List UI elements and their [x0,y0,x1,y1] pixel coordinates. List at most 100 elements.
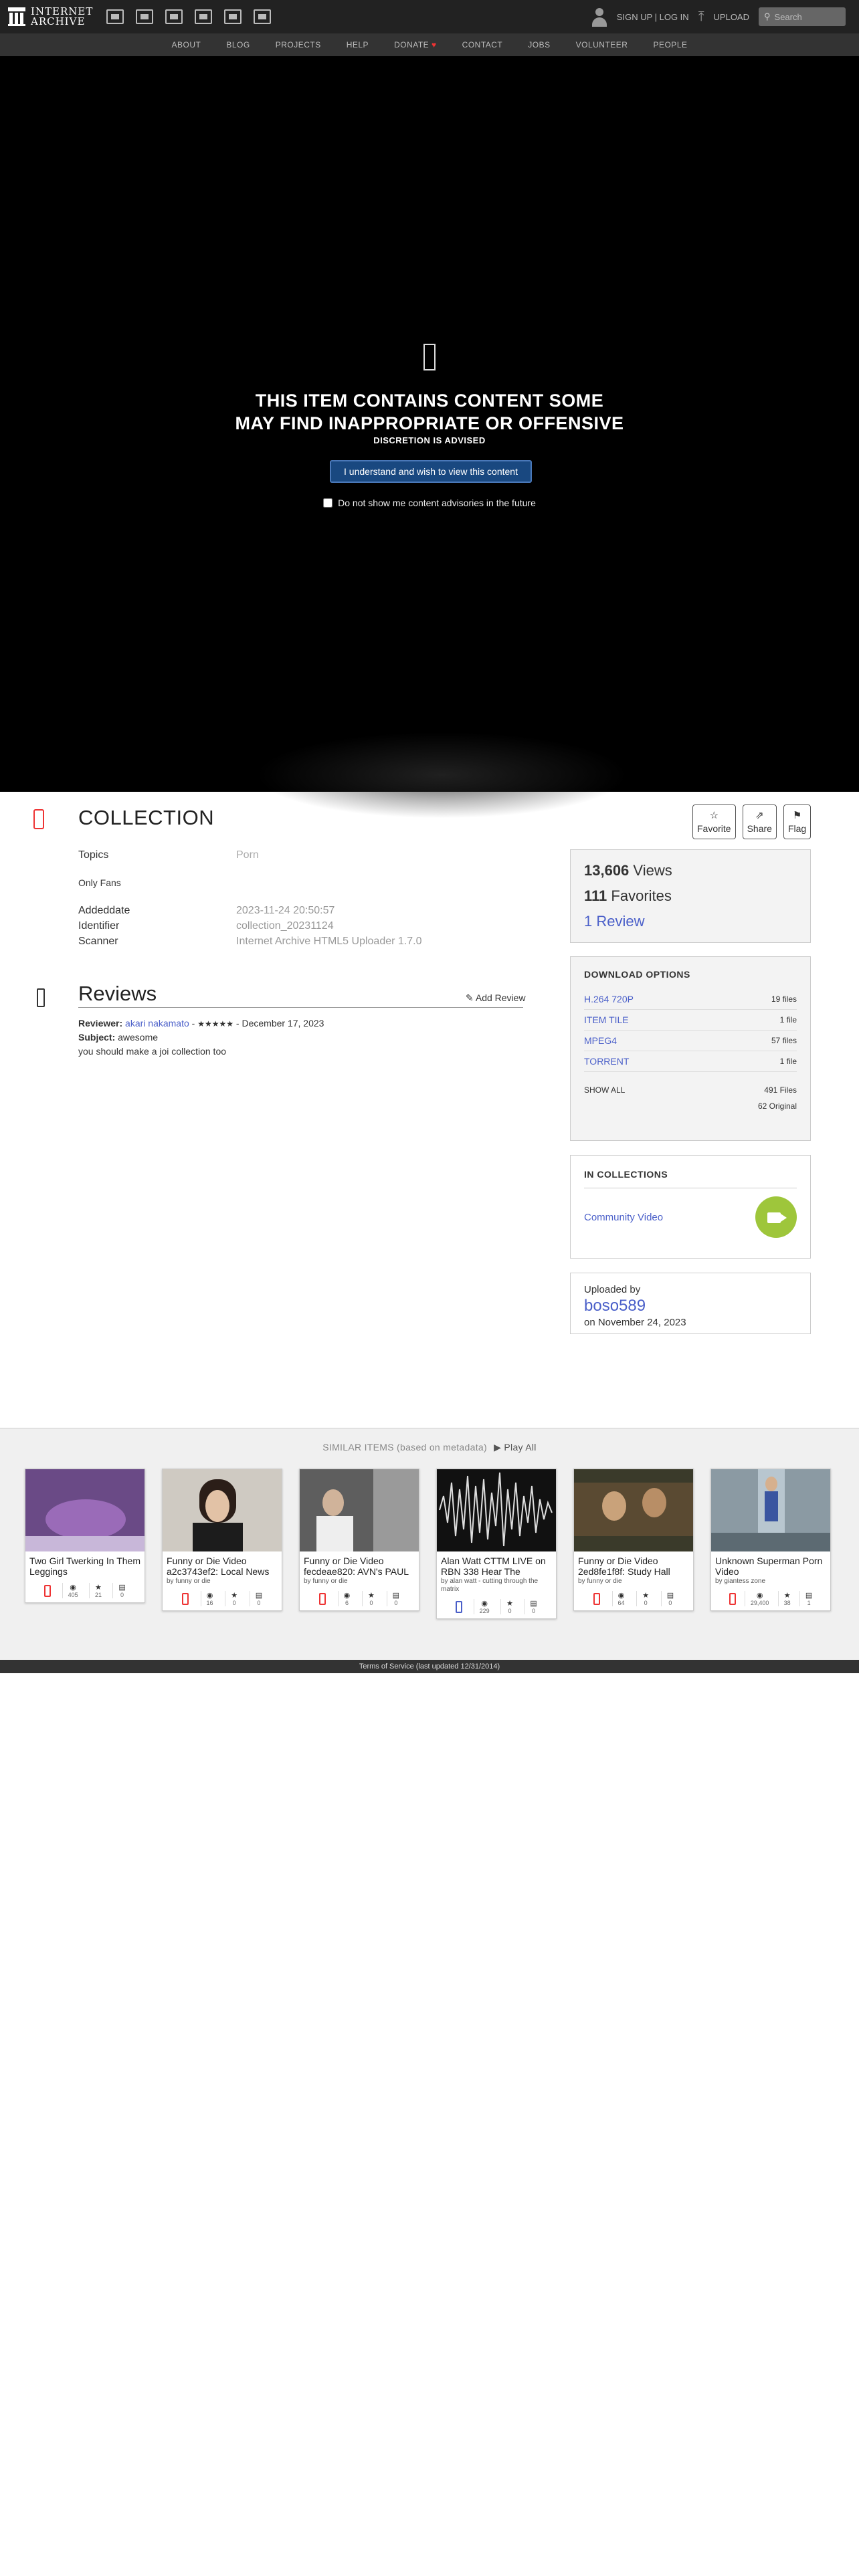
scanner-label: Scanner [78,936,118,947]
nav-jobs[interactable]: JOBS [528,40,550,49]
collection-link[interactable]: Community Video [584,1212,663,1223]
views-stat: 13,606 Views [584,862,797,879]
item-thumbnail[interactable] [574,1469,693,1551]
nav-help[interactable]: HELP [347,40,369,49]
similar-item-title[interactable]: Funny or Die Video a2c3743ef2: Local New… [163,1551,282,1577]
review-date: December 17, 2023 [242,1018,324,1029]
favorites-label: Favorites [611,887,672,904]
reviews-count-link[interactable]: 1 Review [584,913,797,930]
download-link[interactable]: ITEM TILE [584,1014,629,1025]
share-button[interactable]: ⇗ Share [742,804,777,839]
sub-navigation: ABOUT BLOG PROJECTS HELP DONATE ♥ CONTAC… [0,33,859,56]
item-reviews: 0 [120,1592,124,1598]
show-all-link[interactable]: SHOW ALL [584,1085,625,1095]
nav-people[interactable]: PEOPLE [653,40,687,49]
item-reviews: 1 [807,1600,811,1606]
item-thumbnail[interactable] [711,1469,830,1551]
search-icon[interactable]: ⚲ [764,11,771,22]
reviews-icon: ▤ [392,1592,400,1600]
views-icon: ◉ [343,1592,351,1600]
nav-donate-label: DONATE [394,40,430,49]
video-icon[interactable] [165,9,183,24]
similar-item-title[interactable]: Funny or Die Video fecdeae820: AVN's PAU… [300,1551,419,1577]
nav-contact[interactable]: CONTACT [462,40,503,49]
dont-show-checkbox[interactable] [323,498,333,508]
terms-link[interactable]: Terms of Service (last updated 12/31/201… [359,1662,500,1671]
search-input[interactable] [774,11,835,22]
upload-link[interactable]: UPLOAD [714,12,749,22]
item-favs: 21 [94,1592,102,1598]
dont-show-advisory[interactable]: Do not show me content advisories in the… [0,498,859,508]
download-link[interactable]: H.264 720P [584,994,634,1004]
similar-item-card[interactable]: Funny or Die Video a2c3743ef2: Local New… [162,1469,282,1611]
nav-projects[interactable]: PROJECTS [276,40,321,49]
advisory-title-line2: MAY FIND INAPPROPRIATE OR OFFENSIVE [235,413,624,433]
item-reviews: 0 [394,1600,398,1606]
views-label: Views [633,862,672,879]
nav-about[interactable]: ABOUT [171,40,201,49]
topics-value[interactable]: Porn [236,849,259,861]
item-reviews: 0 [532,1608,536,1614]
media-type-icons [106,9,272,24]
download-count: 19 files [771,994,797,1004]
item-views: 29,400 [750,1600,769,1606]
user-icon[interactable] [591,7,607,27]
item-favs: 38 [783,1600,791,1606]
download-row: ITEM TILE 1 file [584,1010,797,1031]
topic-link[interactable]: Porn [236,849,259,861]
nav-donate[interactable]: DONATE ♥ [394,40,437,49]
signup-login-link[interactable]: SIGN UP | LOG IN [617,12,689,22]
item-thumbnail[interactable] [25,1469,145,1551]
item-thumbnail[interactable] [437,1469,556,1551]
similar-item-title[interactable]: Alan Watt CTTM LIVE on RBN 338 Hear The [437,1551,556,1577]
favorites-icon: ★ [783,1592,791,1600]
item-views: 405 [68,1592,78,1598]
similar-item-card[interactable]: Funny or Die Video fecdeae820: AVN's PAU… [299,1469,419,1611]
similar-item-card[interactable]: Unknown Superman Porn Video by giantess … [710,1469,831,1611]
flag-button[interactable]: ⚑ Flag [783,804,812,839]
audio-icon [456,1600,463,1613]
advisory-subtitle: DISCRETION IS ADVISED [373,435,486,445]
item-description: Only Fans [78,877,121,888]
subject-label: Subject: [78,1032,116,1043]
similar-item-card[interactable]: Funny or Die Video 2ed8fe1f8f: Study Hal… [573,1469,694,1611]
upload-icon[interactable]: ⤒ [698,9,704,25]
play-all-button[interactable]: ▶ Play All [494,1442,537,1453]
download-link[interactable]: MPEG4 [584,1035,617,1046]
scanner-value: Internet Archive HTML5 Uploader 1.7.0 [236,936,422,947]
addeddate-value: 2023-11-24 20:50:57 [236,905,335,916]
search-box[interactable]: ⚲ [759,7,846,26]
similar-item-card[interactable]: Two Girl Twerking In Them Leggings ◉ 405 ★… [25,1469,145,1603]
texts-icon[interactable] [136,9,154,24]
item-thumbnail[interactable] [300,1469,419,1551]
audio-icon[interactable] [195,9,213,24]
add-review-button[interactable]: ✎ Add Review [466,992,526,1004]
views-icon: ◉ [206,1592,213,1600]
reviews-heading: Reviews [78,982,157,1005]
similar-item-title[interactable]: Two Girl Twerking In Them Leggings [25,1551,145,1577]
view-content-button[interactable]: I understand and wish to view this conte… [330,460,532,483]
video-collection-icon[interactable] [755,1196,797,1238]
top-navigation: INTERNET ARCHIVE SIGN UP | LOG IN ⤒ UPLO… [0,0,859,33]
item-favs: 0 [508,1608,512,1614]
uploader-link[interactable]: boso589 [584,1297,797,1315]
download-count: 1 file [779,1057,797,1066]
star-icon: ☆ [709,809,719,821]
nav-volunteer[interactable]: VOLUNTEER [576,40,628,49]
web-icon[interactable] [106,9,124,24]
nav-blog[interactable]: BLOG [226,40,250,49]
favorite-button[interactable]: ☆ Favorite [692,804,736,839]
archive-logo[interactable]: INTERNET ARCHIVE [8,7,93,27]
favorites-icon: ★ [368,1592,375,1600]
similar-item-card[interactable]: Alan Watt CTTM LIVE on RBN 338 Hear The … [436,1469,557,1619]
download-link[interactable]: TORRENT [584,1056,629,1067]
similar-item-title[interactable]: Unknown Superman Porn Video [711,1551,830,1577]
similar-item-title[interactable]: Funny or Die Video 2ed8fe1f8f: Study Hal… [574,1551,693,1577]
software-icon[interactable] [224,9,242,24]
in-collections-box: IN COLLECTIONS Community Video [570,1155,811,1259]
views-count: 13,606 [584,862,630,879]
reviewer-link[interactable]: akari nakamato [125,1018,189,1029]
images-icon[interactable] [254,9,272,24]
item-thumbnail[interactable] [163,1469,282,1551]
terms-footer: Terms of Service (last updated 12/31/201… [0,1660,859,1673]
